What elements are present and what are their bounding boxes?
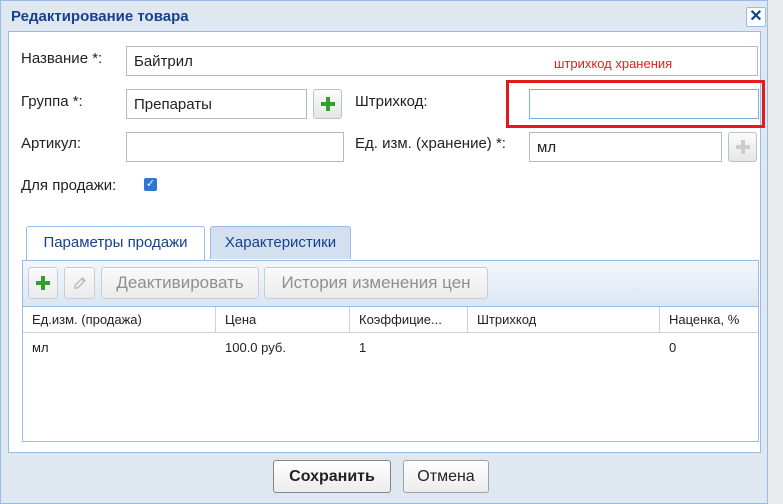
add-row-button[interactable] xyxy=(28,267,58,299)
cell-unit: мл xyxy=(32,340,49,355)
pencil-icon xyxy=(73,277,86,289)
barcode-label: Штрихкод: xyxy=(355,93,428,110)
group-label: Группа *: xyxy=(21,93,83,110)
grid-header: Ед.изм. (продажа) Цена Коэффицие... Штри… xyxy=(23,307,758,333)
group-input[interactable] xyxy=(126,89,307,119)
table-row[interactable]: мл 100.0 руб. 1 0 xyxy=(23,334,758,360)
edit-row-button[interactable] xyxy=(64,267,95,299)
tab-label: Параметры продажи xyxy=(43,234,188,251)
annotation-text: штрихкод хранения xyxy=(554,56,673,71)
article-input[interactable] xyxy=(126,132,344,162)
column-header-coefficient[interactable]: Коэффицие... xyxy=(350,307,468,333)
dialog-titlebar[interactable]: Редактирование товара ✕ xyxy=(1,1,767,31)
for-sale-label: Для продажи: xyxy=(21,177,117,194)
storage-unit-input[interactable] xyxy=(529,132,722,162)
column-header-markup[interactable]: Наценка, % xyxy=(660,307,758,333)
for-sale-checkbox[interactable]: ✓ xyxy=(144,178,157,191)
tab-sale-params[interactable]: Параметры продажи xyxy=(26,226,205,261)
annotation-highlight-box xyxy=(506,80,765,128)
tab-characteristics[interactable]: Характеристики xyxy=(210,226,351,259)
edit-product-dialog: Редактирование товара ✕ Название *: Груп… xyxy=(0,0,768,504)
name-label: Название *: xyxy=(21,50,103,67)
checkmark-icon: ✓ xyxy=(145,178,156,190)
add-unit-button[interactable] xyxy=(728,132,757,162)
deactivate-button[interactable]: Деактивировать xyxy=(101,267,259,299)
dialog-title: Редактирование товара xyxy=(11,8,189,25)
cancel-button[interactable]: Отмена xyxy=(403,460,489,493)
add-group-button[interactable] xyxy=(313,89,342,119)
column-header-price[interactable]: Цена xyxy=(216,307,350,333)
close-icon: ✕ xyxy=(749,8,763,25)
storage-unit-label: Ед. изм. (хранение) *: xyxy=(355,135,506,152)
column-header-barcode[interactable]: Штрихкод xyxy=(468,307,660,333)
close-button[interactable]: ✕ xyxy=(746,7,766,27)
article-label: Артикул: xyxy=(21,135,82,152)
plus-icon xyxy=(320,97,335,111)
price-history-button[interactable]: История изменения цен xyxy=(264,267,488,299)
sale-params-grid: Деактивировать История изменения цен Ед.… xyxy=(22,260,759,442)
cell-barcode xyxy=(468,334,660,360)
cell-price: 100.0 руб. xyxy=(225,340,286,355)
background-page-strip xyxy=(768,0,783,504)
save-button[interactable]: Сохранить xyxy=(273,460,391,493)
cell-markup: 0 xyxy=(669,340,677,355)
plus-icon xyxy=(735,140,750,154)
grid-toolbar: Деактивировать История изменения цен xyxy=(23,261,758,307)
tab-label: Характеристики xyxy=(224,234,337,251)
column-header-unit[interactable]: Ед.изм. (продажа) xyxy=(23,307,216,333)
cell-coefficient: 1 xyxy=(359,340,367,355)
plus-icon xyxy=(36,276,50,290)
